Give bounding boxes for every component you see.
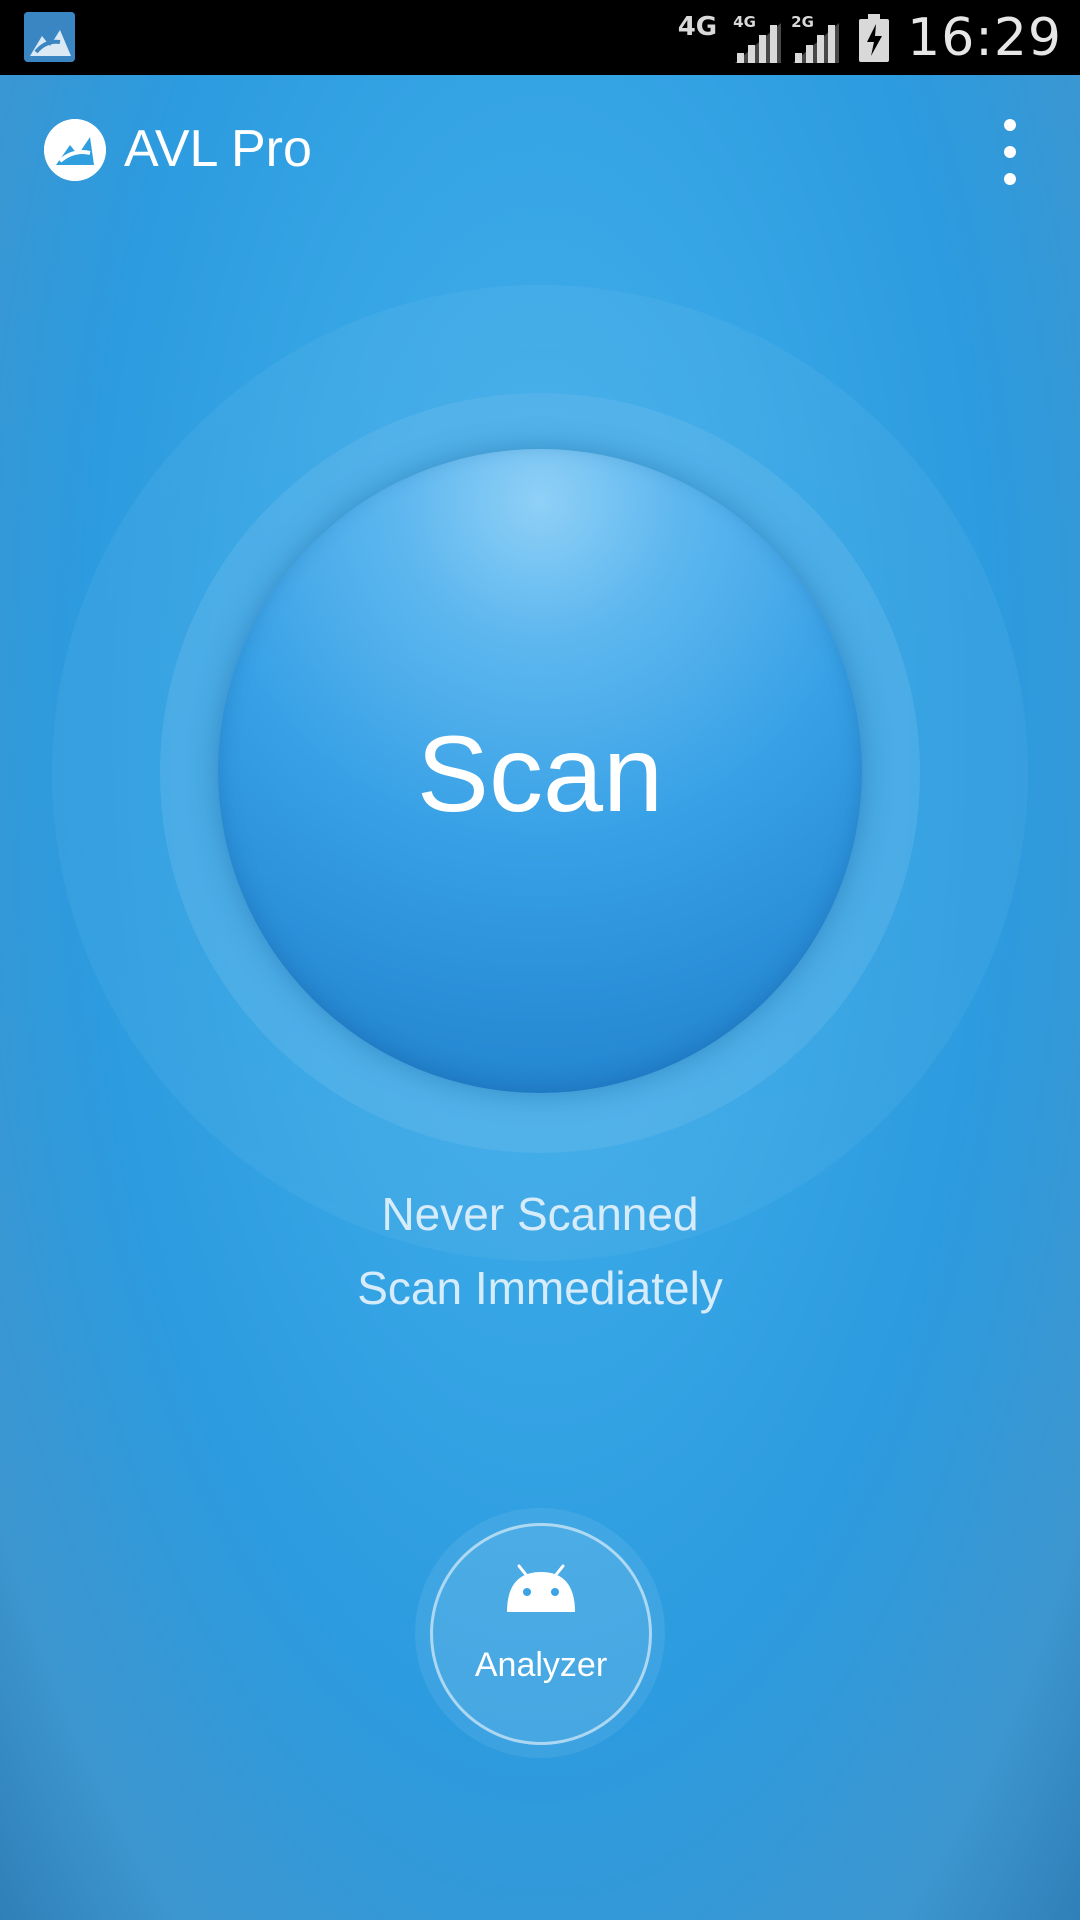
analyzer-label: Analyzer: [474, 1646, 608, 1684]
scan-button[interactable]: Scan: [218, 449, 862, 1093]
menu-dot: [1004, 119, 1016, 131]
status-indicators: 4G 4G 2G 16:29: [678, 0, 1062, 75]
signal-strength-icon: 4G: [733, 13, 785, 63]
scan-hint-text: Scan Immediately: [357, 1262, 723, 1314]
battery-charging-icon: [859, 13, 890, 62]
scan-status-text: Never Scanned: [381, 1188, 699, 1240]
app-screen: AVL Pro Scan Never Scanned Scan Immediat…: [0, 75, 1080, 1920]
status-bar: 4G 4G 2G 16:29: [0, 0, 1080, 75]
overflow-menu-button[interactable]: [990, 119, 1030, 185]
menu-dot: [1004, 173, 1016, 185]
avl-logo-icon: [44, 119, 106, 181]
analyzer-button[interactable]: Analyzer: [430, 1523, 652, 1745]
network-type-label: 4G: [677, 11, 718, 42]
clock: 16:29: [907, 7, 1062, 68]
menu-dot: [1004, 146, 1016, 158]
app-title: AVL Pro: [124, 120, 312, 178]
scan-button-label: Scan: [416, 712, 664, 834]
signal-strength-icon: 2G: [791, 13, 843, 63]
android-icon: [507, 1564, 575, 1612]
avl-notification-icon: [24, 12, 75, 62]
app-toolbar: AVL Pro: [0, 75, 1080, 235]
